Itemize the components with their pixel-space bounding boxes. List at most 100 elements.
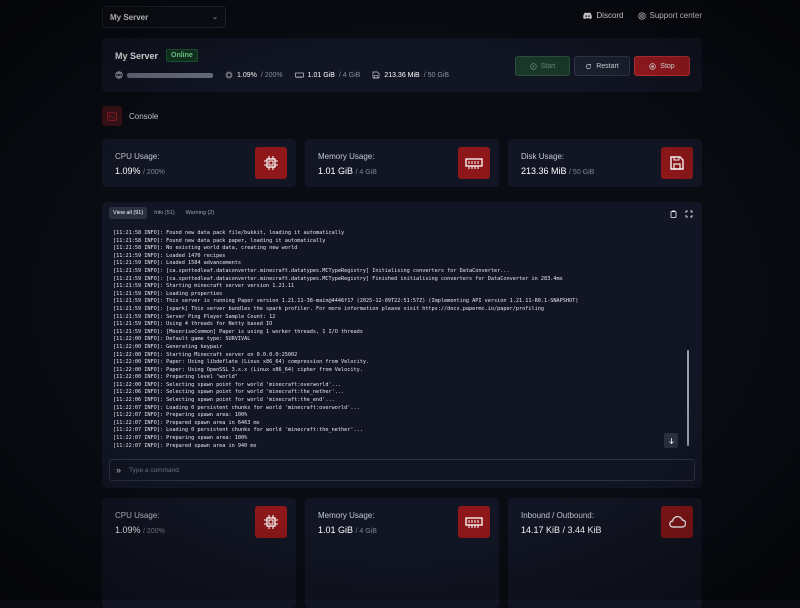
restart-button[interactable]: Restart xyxy=(574,56,630,76)
console-line: [11:22:00 INFO]: Starting Minecraft serv… xyxy=(113,351,298,358)
console-line: [11:22:06 INFO]: Selecting spawn point f… xyxy=(113,397,335,404)
lifebuoy-icon xyxy=(637,11,646,20)
cpu-stat: 1.09% / 200% xyxy=(225,71,283,79)
console-line: [11:22:07 INFO]: Prepared spawn area in … xyxy=(113,419,260,426)
memory-card-bottom: Memory Usage: 1.01 GiB / 4 GiB xyxy=(305,498,499,608)
console-line: [11:22:07 INFO]: Prepared spawn area in … xyxy=(113,442,257,449)
globe-icon xyxy=(115,71,123,79)
cpu-icon xyxy=(225,71,233,79)
card-value: 1.09% / 200% xyxy=(115,166,165,176)
card-label: Disk Usage: xyxy=(521,152,565,161)
console-line: [11:22:07 INFO]: Preparing spawn area: 1… xyxy=(113,412,248,419)
tab-view-all[interactable]: View all (91) xyxy=(109,207,148,219)
card-value: 1.01 GiB / 4 GiB xyxy=(318,166,377,176)
card-value: 213.36 MiB / 50 GiB xyxy=(521,166,594,176)
console-line: [11:22:00 INFO]: Paper: Using OpenSSL 3.… xyxy=(113,366,363,373)
cpu-value: 1.09% xyxy=(237,71,257,79)
card-value-main: 213.36 MiB xyxy=(521,166,567,176)
chevrons-right-icon: » xyxy=(116,465,122,475)
console-line: [11:22:00 INFO]: Generating keypair xyxy=(113,343,223,350)
card-label: Inbound / Outbound: xyxy=(521,511,594,520)
stop-button[interactable]: Stop xyxy=(634,56,690,76)
console-line: [11:21:59 INFO]: Starting minecraft serv… xyxy=(113,283,295,290)
server-stats: 1.09% / 200% 1.01 GiB / 4 GiB 213.36 MiB… xyxy=(115,71,461,79)
clipboard-icon[interactable] xyxy=(670,210,677,218)
memory-stat: 1.01 GiB / 4 GiB xyxy=(294,71,361,79)
console-line: [11:21:59 INFO]: This server is running … xyxy=(113,298,579,305)
card-value-limit: / 4 GiB xyxy=(355,169,377,176)
cpu-icon xyxy=(255,147,287,179)
card-value-limit: / 200% xyxy=(143,169,165,176)
disk-stat: 213.36 MiB / 50 GiB xyxy=(372,71,449,79)
network-card-bottom: Inbound / Outbound: 14.17 KiB / 3.44 KiB xyxy=(508,498,702,608)
console-line: [11:21:59 INFO]: [spark] This server bun… xyxy=(113,305,544,312)
cpu-icon xyxy=(255,506,287,538)
memory-value: 1.01 GiB xyxy=(307,71,335,79)
command-input[interactable] xyxy=(127,465,652,475)
console-line: [11:21:59 INFO]: Loaded 1470 recipes xyxy=(113,252,226,259)
terminal-icon xyxy=(102,106,122,126)
start-button[interactable]: Start xyxy=(515,56,570,76)
memory-card: Memory Usage: 1.01 GiB / 4 GiB xyxy=(305,139,499,187)
console-line: [11:21:59 INFO]: Server Ping Player Samp… xyxy=(113,313,276,320)
server-name: My Server xyxy=(115,51,159,61)
scroll-to-bottom-button[interactable] xyxy=(664,433,678,448)
cloud-icon xyxy=(661,506,693,538)
card-value: 1.09% / 200% xyxy=(115,525,165,535)
console-line: [11:21:59 INFO]: Loaded 1584 advancement… xyxy=(113,260,242,267)
support-link[interactable]: Support center xyxy=(637,11,702,20)
card-value: 14.17 KiB / 3.44 KiB xyxy=(521,525,602,535)
discord-link[interactable]: Discord xyxy=(583,11,624,20)
command-input-wrapper: » xyxy=(109,459,695,481)
disk-card: Disk Usage: 213.36 MiB / 50 GiB xyxy=(508,139,702,187)
arrow-down-icon xyxy=(668,437,675,445)
expand-icon[interactable] xyxy=(685,210,693,218)
cpu-card-bottom: CPU Usage: 1.09% / 200% xyxy=(102,498,296,608)
console-tab[interactable]: Console xyxy=(102,106,158,126)
stop-label: Stop xyxy=(660,62,675,70)
cpu-limit: / 200% xyxy=(260,71,283,79)
console-line: [11:21:59 INFO]: Loading properties xyxy=(113,290,223,297)
card-label: CPU Usage: xyxy=(115,152,160,161)
server-address-redacted xyxy=(127,72,213,78)
console-line: [11:21:58 INFO]: No existing world data,… xyxy=(113,245,298,252)
card-value-main: 1.01 GiB xyxy=(318,525,354,535)
console-filter-tabs: View all (91) Info (51) Warning (2) xyxy=(109,207,218,219)
memory-icon xyxy=(458,147,490,179)
refresh-icon xyxy=(585,63,592,70)
memory-limit: / 4 GiB xyxy=(338,71,361,79)
console-line: [11:21:59 INFO]: [MoonriseCommon] Paper … xyxy=(113,328,363,335)
disk-value: 213.36 MiB xyxy=(384,71,420,79)
stop-icon xyxy=(649,62,656,70)
server-select-label: My Server xyxy=(110,12,149,22)
console-line: [11:22:07 INFO]: Loading 0 persistent ch… xyxy=(113,427,363,434)
console-line: [11:21:59 INFO]: [ca.spottedleaf.datacon… xyxy=(113,275,563,282)
tab-warning[interactable]: Warning (2) xyxy=(182,207,219,219)
console-line: [11:21:58 INFO]: Found new data pack pap… xyxy=(113,237,326,244)
server-select[interactable]: My Server ⌄ xyxy=(102,6,226,28)
console-scrollbar[interactable] xyxy=(687,350,689,446)
tab-info[interactable]: Info (51) xyxy=(150,207,178,219)
console-log[interactable]: [11:21:58 INFO]: Found new data pack fil… xyxy=(113,230,683,458)
console-line: [11:22:00 INFO]: Preparing level "world" xyxy=(113,374,238,381)
card-value: 1.01 GiB / 4 GiB xyxy=(318,525,377,535)
console-line: [11:22:07 INFO]: Loading 0 persistent ch… xyxy=(113,404,360,411)
status-badge: Online xyxy=(166,49,198,62)
console-line: [11:22:00 INFO]: Default game type: SURV… xyxy=(113,336,251,343)
save-icon xyxy=(372,71,380,79)
server-header: My Server Online 1.09% / 200% 1.01 GiB /… xyxy=(102,38,702,92)
console-tab-label: Console xyxy=(129,111,159,121)
card-value-main: 1.09% xyxy=(115,525,141,535)
console-line: [11:22:07 INFO]: Preparing spawn area: 1… xyxy=(113,435,248,442)
console-line: [11:21:59 INFO]: Using 4 threads for Net… xyxy=(113,321,273,328)
top-links: Discord Support center xyxy=(583,11,702,20)
card-value-main: 1.09% xyxy=(115,166,141,176)
disk-limit: / 50 GiB xyxy=(423,71,450,79)
support-label: Support center xyxy=(649,11,702,20)
card-value-limit: / 200% xyxy=(143,528,165,535)
console-line: [11:22:00 INFO]: Selecting spawn point f… xyxy=(113,381,341,388)
restart-label: Restart xyxy=(596,62,619,70)
chevron-down-icon: ⌄ xyxy=(212,14,218,21)
console-line: [11:21:59 INFO]: [ca.spottedleaf.datacon… xyxy=(113,267,510,274)
console-line: [11:22:06 INFO]: Selecting spawn point f… xyxy=(113,389,345,396)
